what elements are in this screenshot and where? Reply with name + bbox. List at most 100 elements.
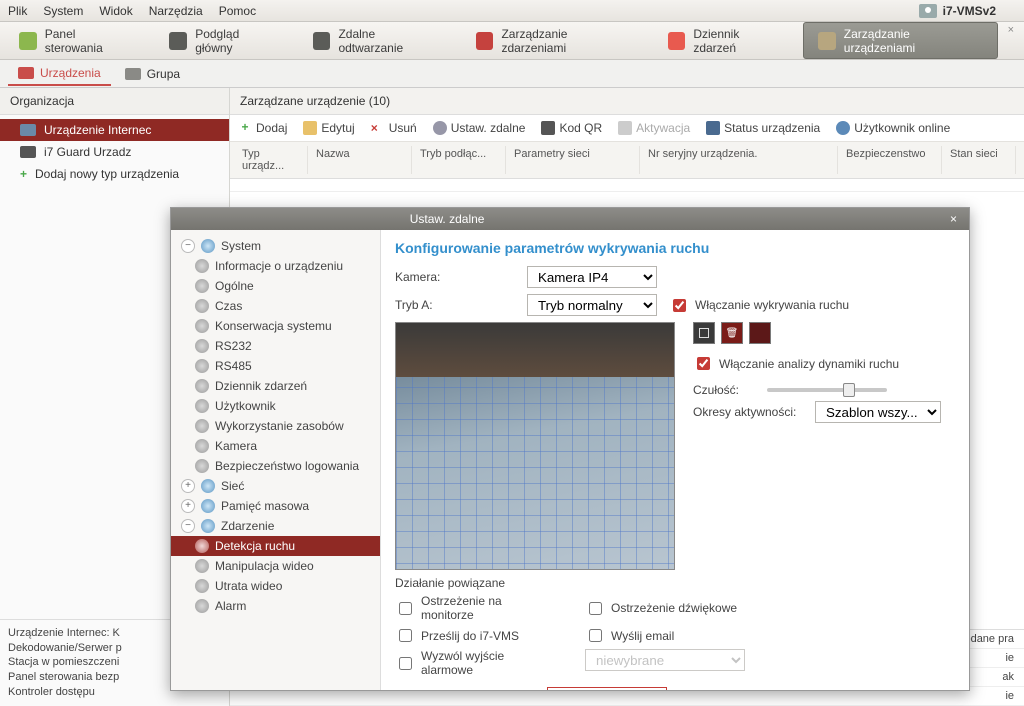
qr-button[interactable]: Kod QR (541, 121, 602, 135)
tree-time[interactable]: Czas (171, 296, 380, 316)
tab-event-mgmt[interactable]: Zarządzanie zdarzeniami (461, 22, 649, 59)
tree-motion-detect[interactable]: Detekcja ruchu (171, 536, 380, 556)
expand-icon[interactable]: + (181, 499, 195, 513)
edit-button[interactable]: Edytuj (303, 121, 354, 135)
log-icon (668, 32, 686, 50)
status-button[interactable]: Status urządzenia (706, 121, 820, 135)
chk-send-email[interactable]: Wyślij email (585, 626, 745, 645)
tree-alarm[interactable]: Alarm (171, 596, 380, 616)
remote-settings-button[interactable]: Ustaw. zdalne (433, 121, 526, 135)
collapse-icon[interactable]: − (181, 519, 195, 533)
tree-eventlog[interactable]: Dziennik zdarzeń (171, 376, 380, 396)
chk-send-vms[interactable]: Prześlij do i7-VMS (395, 626, 555, 645)
tree-video-loss[interactable]: Utrata wideo (171, 576, 380, 596)
fill-area-button[interactable] (749, 322, 771, 344)
enable-detection-checkbox[interactable]: Włączanie wykrywania ruchu (669, 296, 849, 315)
mode-label: Tryb A: (395, 298, 515, 312)
menu-plik[interactable]: Plik (8, 4, 27, 18)
collapse-icon[interactable]: − (181, 239, 195, 253)
periods-select[interactable]: Szablon wszy... (815, 401, 941, 423)
brand-label: i7-VMSv2 (943, 4, 996, 18)
table-row[interactable] (230, 179, 1024, 192)
detection-side-controls: 🗑 Włączanie analizy dynamiki ruchu Czuło… (693, 322, 955, 570)
tree-login-security[interactable]: Bezpieczeństwo logowania (171, 456, 380, 476)
tree-resources[interactable]: Wykorzystanie zasobów (171, 416, 380, 436)
tree-network[interactable]: +Sieć (171, 476, 380, 496)
tab-control-panel[interactable]: Panel sterowania (4, 22, 150, 59)
gear-icon (433, 121, 447, 135)
sensitivity-slider[interactable] (767, 388, 887, 392)
mode-select[interactable]: Tryb normalny (527, 294, 657, 316)
tree-video-tamper[interactable]: Manipulacja wideo (171, 556, 380, 576)
expand-icon[interactable]: + (181, 479, 195, 493)
settings-tree[interactable]: −System Informacje o urządzeniu Ogólne C… (171, 230, 381, 690)
tree-user[interactable]: Użytkownik (171, 396, 380, 416)
plus-icon: + (238, 121, 252, 135)
add-button[interactable]: +Dodaj (238, 121, 287, 135)
col-net[interactable]: Parametry sieci (510, 146, 640, 174)
col-sec[interactable]: Bezpieczenstwo (842, 146, 942, 174)
activate-button[interactable]: Aktywacja (618, 121, 690, 135)
delete-button[interactable]: ×Usuń (371, 121, 417, 135)
delete-icon: × (371, 121, 385, 135)
tree-storage[interactable]: +Pamięć masowa (171, 496, 380, 516)
page-title: Konfigurowanie parametrów wykrywania ruc… (395, 240, 955, 256)
org-item-i7guard[interactable]: i7 Guard Urzadz (0, 141, 229, 163)
draw-full-button[interactable] (693, 322, 715, 344)
menu-pomoc[interactable]: Pomoc (219, 4, 256, 18)
tab-close-button[interactable]: × (1002, 22, 1020, 38)
tab-device-mgmt[interactable]: Zarządzanie urządzeniami (803, 22, 998, 59)
dialog-close-button[interactable]: × (946, 212, 961, 226)
col-serial[interactable]: Nr seryjny urządzenia. (644, 146, 838, 174)
dialog-titlebar[interactable]: Ustaw. zdalne × (171, 208, 969, 230)
org-item-internec[interactable]: Urządzenie Internec (0, 119, 229, 141)
device-table-head: Typ urządz... Nazwa Tryb podłąc... Param… (230, 142, 1024, 179)
brand-icon (919, 4, 937, 18)
enable-dynamic-checkbox[interactable]: Włączanie analizy dynamiki ruchu (693, 354, 955, 373)
folder-icon (125, 68, 141, 80)
event-icon (476, 32, 494, 50)
gear-icon (195, 279, 209, 293)
tab-main-view[interactable]: Podgląd główny (154, 22, 293, 59)
chk-monitor-warning[interactable]: Ostrzeżenie na monitorze (395, 594, 555, 622)
chk-sound-warning[interactable]: Ostrzeżenie dźwiękowe (585, 594, 745, 622)
plus-icon: + (20, 167, 27, 181)
tab-event-log[interactable]: Dziennik zdarzeń (653, 22, 799, 59)
tree-device-info[interactable]: Informacje o urządzeniu (171, 256, 380, 276)
col-state[interactable]: Stan sieci (946, 146, 1016, 174)
alarm-out-select[interactable]: niewybrane (585, 649, 745, 671)
globe-icon (201, 499, 215, 513)
col-name[interactable]: Nazwa (312, 146, 412, 174)
dialog-title: Ustaw. zdalne (410, 212, 485, 226)
tree-rs232[interactable]: RS232 (171, 336, 380, 356)
subtab-devices[interactable]: Urządzenia (8, 62, 111, 86)
tree-general[interactable]: Ogólne (171, 276, 380, 296)
menu-system[interactable]: System (43, 4, 83, 18)
gear-icon (195, 359, 209, 373)
org-add-type[interactable]: +Dodaj nowy typ urządzenia (0, 163, 229, 185)
tab-remote-playback[interactable]: Zdalne odtwarzanie (298, 22, 457, 59)
tree-maintenance[interactable]: Konserwacja systemu (171, 316, 380, 336)
monitor-icon (706, 121, 720, 135)
gear-icon (195, 599, 209, 613)
menu-widok[interactable]: Widok (99, 4, 132, 18)
col-type[interactable]: Typ urządz... (238, 146, 308, 174)
tree-camera[interactable]: Kamera (171, 436, 380, 456)
menu-narzedzia[interactable]: Narzędzia (149, 4, 203, 18)
square-icon (699, 328, 709, 338)
trigger-select[interactable]: Kamera IP04 (547, 687, 667, 690)
tree-system[interactable]: −System (171, 236, 380, 256)
managed-toolbar: +Dodaj Edytuj ×Usuń Ustaw. zdalne Kod QR… (230, 115, 1024, 142)
qr-icon (541, 121, 555, 135)
main-toolbar: Panel sterowania Podgląd główny Zdalne o… (0, 22, 1024, 60)
detection-area-preview[interactable] (395, 322, 675, 570)
online-user-button[interactable]: Użytkownik online (836, 121, 950, 135)
tree-event[interactable]: −Zdarzenie (171, 516, 380, 536)
tree-rs485[interactable]: RS485 (171, 356, 380, 376)
subtab-group[interactable]: Grupa (115, 63, 190, 85)
camera-select[interactable]: Kamera IP4 (527, 266, 657, 288)
edit-icon (303, 121, 317, 135)
chk-alarm-out[interactable]: Wyzwól wyjście alarmowe (395, 649, 555, 677)
clear-area-button[interactable]: 🗑 (721, 322, 743, 344)
col-conn[interactable]: Tryb podłąc... (416, 146, 506, 174)
